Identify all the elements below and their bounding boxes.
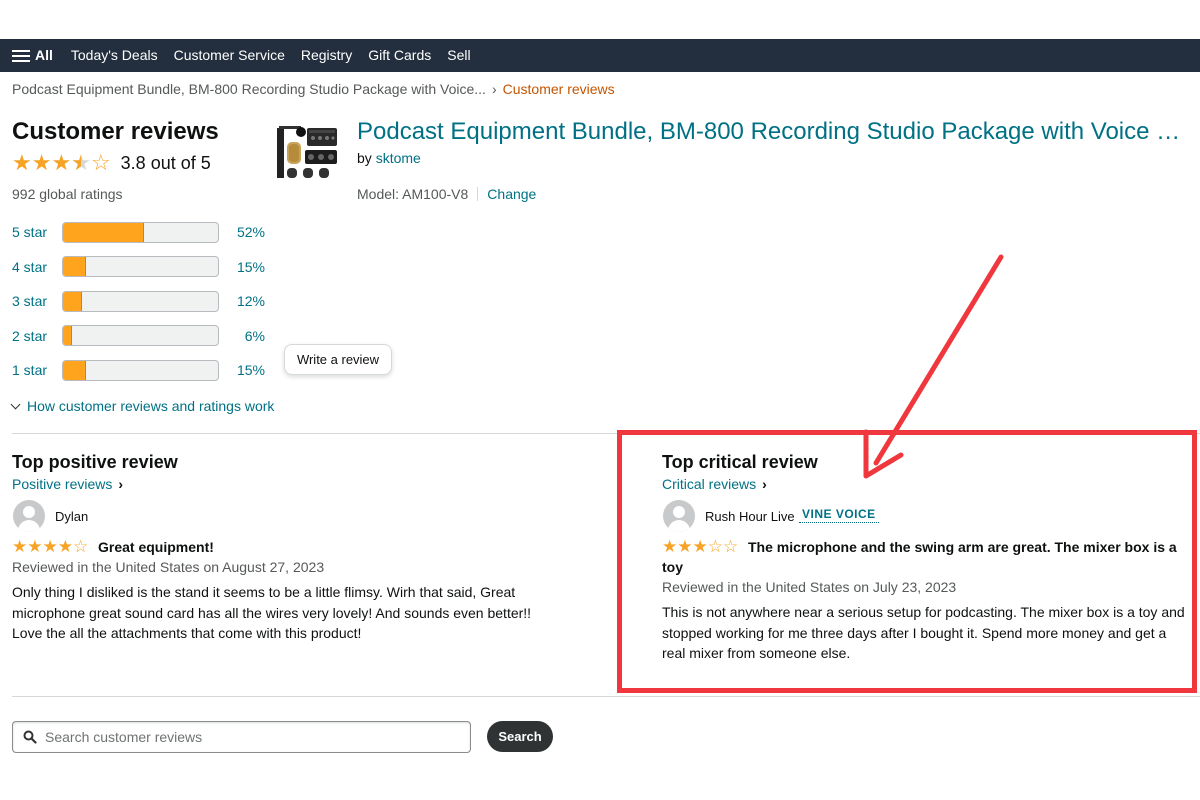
- search-icon: [23, 730, 37, 744]
- review-search-box[interactable]: [12, 721, 471, 753]
- section-divider: [12, 696, 1200, 697]
- annotation-arrow: [863, 254, 1004, 479]
- search-input[interactable]: [45, 729, 445, 745]
- search-button[interactable]: Search: [487, 721, 553, 752]
